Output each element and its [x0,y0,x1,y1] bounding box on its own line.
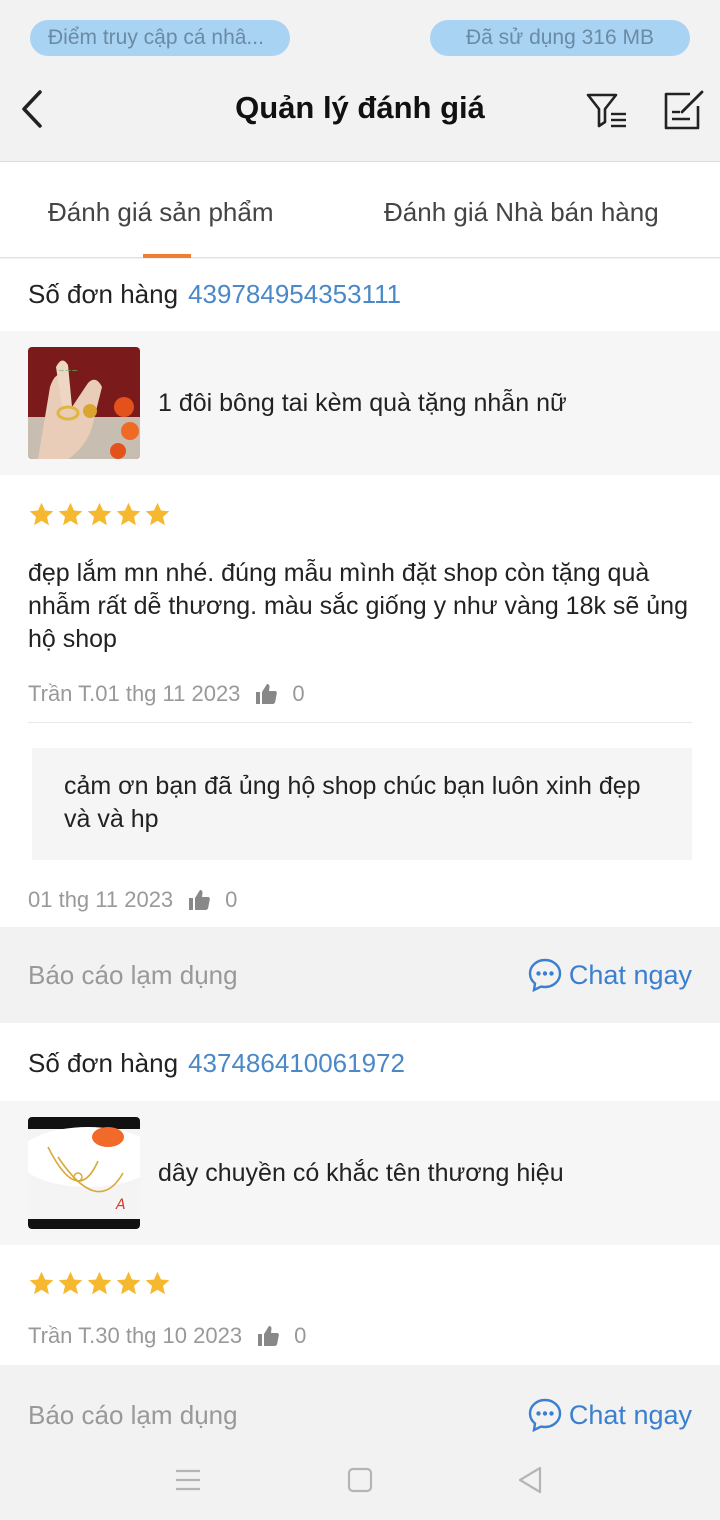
system-back-button[interactable] [512,1462,548,1498]
chat-bubble-icon [528,1398,562,1433]
report-abuse-link[interactable]: Báo cáo lạm dụng [28,927,238,1023]
svg-text:~~~: ~~~ [58,366,78,375]
star-icon [58,502,83,526]
review-action-bar: Báo cáo lạm dụng Chat ngay [0,927,720,1023]
order-number-link[interactable]: 439784954353111 [188,279,401,309]
status-bar: Điểm truy cập cá nhâ... Đã sử dụng 316 M… [0,20,720,56]
app-header: Quản lý đánh giá [0,64,720,162]
svg-text:A: A [115,1197,126,1213]
chat-now-label: Chat ngay [568,1399,692,1430]
review-meta: Trần T.30 thg 10 2023 0 [28,1323,306,1349]
product-thumbnail: ~~~ [28,347,140,459]
star-rating [28,1270,171,1297]
star-rating [28,501,171,528]
filter-button[interactable] [584,88,630,134]
order-number-row: Số đơn hàng 439784954353111 [0,259,720,331]
edit-reviews-button[interactable] [660,88,706,134]
review-author-date: Trần T.01 thg 11 2023 [28,681,241,706]
chat-now-label: Chat ngay [568,959,692,990]
review-text: đẹp lắm mn nhé. đúng mẫu mình đặt shop c… [28,559,688,653]
system-navigation-bar [0,1440,720,1520]
review-card: Trần T.30 thg 10 2023 0 [0,1245,720,1365]
star-icon [145,502,170,526]
order-number-link[interactable]: 437486410061972 [188,1048,405,1078]
triangle-back-icon [518,1466,542,1494]
review-meta: Trần T.01 thg 11 2023 0 [28,681,305,707]
order-number-label: Số đơn hàng [28,279,179,309]
star-icon [29,502,54,526]
thumbs-up-icon[interactable] [254,682,278,706]
review-card: đẹp lắm mn nhé. đúng mẫu mình đặt shop c… [0,475,720,927]
seller-reply: cảm ơn bạn đã ủng hộ shop chúc bạn luôn … [32,748,692,860]
data-usage-pill: Đã sử dụng 316 MB [430,20,690,56]
chat-now-button[interactable]: Chat ngay [527,927,692,1023]
edit-note-icon [664,90,704,130]
star-icon [116,1271,141,1295]
product-row[interactable]: A dây chuyền có khắc tên thương hiệu [0,1101,720,1245]
star-icon [29,1271,54,1295]
order-number-label: Số đơn hàng [28,1048,179,1078]
square-icon [347,1467,373,1493]
chat-bubble-icon [528,958,562,993]
tab-product-reviews[interactable]: Đánh giá sản phẩm [48,162,273,258]
like-count: 0 [292,681,305,706]
menu-icon [176,1469,200,1491]
active-tab-indicator [143,254,191,258]
product-thumbnail: A [28,1117,140,1229]
review-tabs: Đánh giá sản phẩm Đánh giá Nhà bán hàng [0,162,720,258]
home-button[interactable] [342,1462,378,1498]
like-count: 0 [294,1323,307,1348]
hotspot-pill[interactable]: Điểm truy cập cá nhâ... [30,20,290,56]
order-number-row: Số đơn hàng 437486410061972 [0,1023,720,1101]
thumbs-up-icon[interactable] [256,1324,280,1348]
star-icon [145,1271,170,1295]
product-row[interactable]: ~~~ 1 đôi bông tai kèm quà tặng nhẫn nữ [0,331,720,475]
star-icon [87,1271,112,1295]
thumbs-up-icon[interactable] [187,888,211,912]
product-name: 1 đôi bông tai kèm quà tặng nhẫn nữ [158,389,567,417]
filter-list-icon [586,93,626,128]
product-name: dây chuyền có khắc tên thương hiệu [158,1159,564,1187]
tab-seller-reviews[interactable]: Đánh giá Nhà bán hàng [384,162,659,258]
recent-apps-button[interactable] [170,1462,206,1498]
review-action-bar: Báo cáo lạm dụng Chat ngay [0,1365,720,1440]
reply-date: 01 thg 11 2023 [28,887,174,912]
star-icon [116,502,141,526]
reply-meta: 01 thg 11 2023 0 [28,887,237,913]
review-author-date: Trần T.30 thg 10 2023 [28,1323,243,1348]
star-icon [87,502,112,526]
like-count: 0 [225,887,238,912]
star-icon [58,1271,83,1295]
divider [28,722,692,723]
